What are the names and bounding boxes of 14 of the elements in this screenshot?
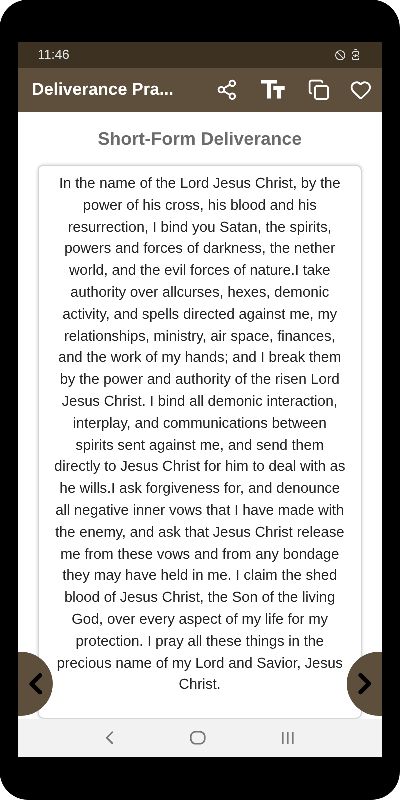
heart-icon[interactable] [350, 79, 372, 101]
next-button[interactable] [347, 652, 382, 716]
do-not-disturb-icon [335, 50, 346, 60]
battery-icon [350, 49, 362, 61]
copy-icon[interactable] [308, 79, 330, 101]
status-time: 11:46 [38, 46, 70, 64]
back-icon[interactable] [105, 730, 116, 746]
prayer-text: In the name of the Lord Jesus Christ, by the power of his cross, his blood and his resurrection, I bind you Satan, the spirits, powers and forces of darkness, the nether world, and the evil forces of nature.I take authority over allcurses, hexes, demonic activity, and spells directed against me, my relationships, ministry, air space, finances, and the work of my hands; and I break them by the power and authority of the risen Lord Jesus Christ. I bind all demonic interaction, interplay, and communications between spirits sent against me, and send them directly to Jesus Christ for him to deal with as he wills.I ask forgiveness for, and denounce all negative inner vows that I have made with the enemy, and ask that Jesus Christ release me from these vows and from any bondage they may have held in me. I claim the shed blood of Jesus Christ, the Son of the living God, over every aspect of my life for my protection. I pray all these things in the precious name of my Lord and Savior, Jesus Christ. [54, 175, 346, 696]
previous-button[interactable] [18, 652, 53, 716]
toolbar-title: Deliverance Pra... [32, 79, 175, 102]
share-icon[interactable] [216, 79, 238, 101]
prayer-heading: Short-Form Deliverance [98, 128, 302, 151]
home-icon[interactable] [190, 731, 206, 745]
recents-icon[interactable] [280, 731, 295, 745]
